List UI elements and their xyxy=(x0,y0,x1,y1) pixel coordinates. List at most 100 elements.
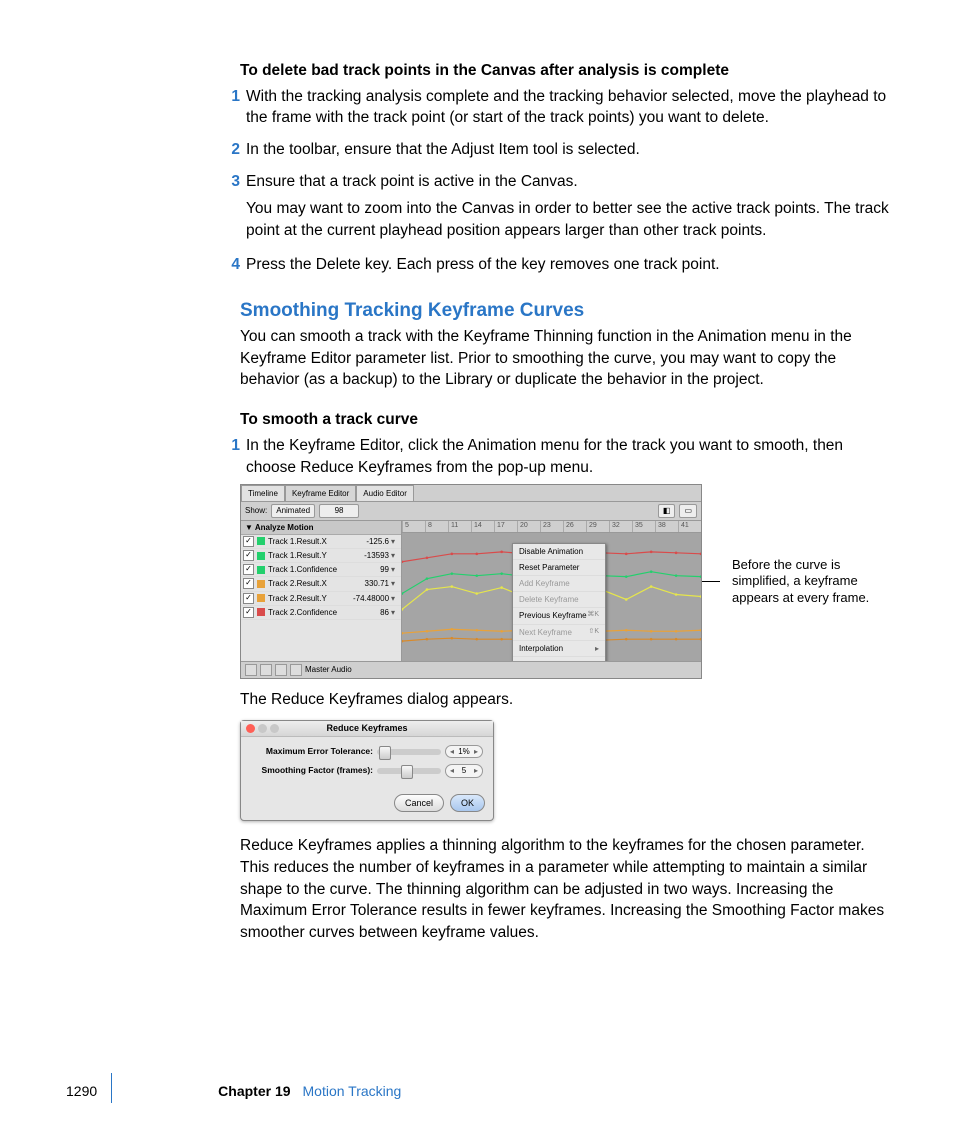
smoothing-factor-value[interactable]: ◂5▸ xyxy=(445,764,483,777)
color-swatch xyxy=(257,594,265,602)
animation-menu-icon[interactable]: ▾ xyxy=(391,564,399,575)
track-value: -13593 xyxy=(353,550,391,561)
animation-menu-icon[interactable]: ▾ xyxy=(391,607,399,618)
menu-item[interactable]: Disable Animation xyxy=(513,544,605,560)
track-row[interactable]: ✓ Track 2.Result.Y-74.48000▾ xyxy=(241,592,401,606)
dialog-title: Reduce Keyframes xyxy=(241,722,493,735)
checkbox-icon[interactable]: ✓ xyxy=(243,607,254,618)
step-text: Press the Delete key. Each press of the … xyxy=(246,254,892,276)
ruler-tick: 11 xyxy=(448,521,471,532)
show-select[interactable]: Animated xyxy=(271,504,315,517)
track-name: Track 2.Result.X xyxy=(268,578,353,589)
track-name: Track 2.Confidence xyxy=(268,607,353,618)
footer-icon[interactable] xyxy=(290,664,302,676)
checkbox-icon[interactable]: ✓ xyxy=(243,550,254,561)
ruler-tick: 32 xyxy=(609,521,632,532)
step-number: 4 xyxy=(222,254,246,276)
animation-menu-icon[interactable]: ▾ xyxy=(391,578,399,589)
error-tolerance-value[interactable]: ◂1%▸ xyxy=(445,745,483,758)
reduce-keyframes-dialog: Reduce Keyframes Maximum Error Tolerance… xyxy=(240,720,494,821)
checkbox-icon[interactable]: ✓ xyxy=(243,564,254,575)
step-text: In the Keyframe Editor, click the Animat… xyxy=(246,435,892,478)
procedure-heading-2: To smooth a track curve xyxy=(240,409,892,431)
step-text: Ensure that a track point is active in t… xyxy=(246,171,892,193)
ruler-tick: 38 xyxy=(655,521,678,532)
track-value: -74.48000 xyxy=(353,593,391,604)
section-intro: You can smooth a track with the Keyframe… xyxy=(240,326,892,391)
footer-divider xyxy=(111,1073,112,1103)
menu-item[interactable]: Interpolation xyxy=(513,641,605,657)
menu-item: Add Keyframe xyxy=(513,576,605,592)
color-swatch xyxy=(257,552,265,560)
track-name: Track 1.Result.Y xyxy=(268,550,353,561)
checkbox-icon[interactable]: ✓ xyxy=(243,593,254,604)
color-swatch xyxy=(257,580,265,588)
footer-icon[interactable] xyxy=(260,664,272,676)
tab-keyframe-editor[interactable]: Keyframe Editor xyxy=(285,485,356,501)
footer-icon[interactable] xyxy=(275,664,287,676)
step-number: 3 xyxy=(222,171,246,248)
checkbox-icon[interactable]: ✓ xyxy=(243,578,254,589)
step-text: In the toolbar, ensure that the Adjust I… xyxy=(246,139,892,161)
track-name: Track 1.Confidence xyxy=(268,564,353,575)
step-number: 1 xyxy=(222,435,246,478)
track-value: 330.71 xyxy=(353,578,391,589)
snap-icon[interactable]: ◧ xyxy=(658,504,676,517)
cancel-button[interactable]: Cancel xyxy=(394,794,444,813)
track-row[interactable]: ✓Track 1.Confidence99▾ xyxy=(241,563,401,577)
page-number: 1290 xyxy=(66,1082,97,1102)
animation-menu-icon[interactable]: ▾ xyxy=(391,536,399,547)
track-name: Track 1.Result.X xyxy=(268,536,353,547)
master-audio-label: Master Audio xyxy=(305,664,352,675)
callout-leader xyxy=(702,581,720,582)
smoothing-factor-slider[interactable] xyxy=(377,768,441,774)
procedure-heading-1: To delete bad track points in the Canvas… xyxy=(240,60,892,82)
color-swatch xyxy=(257,608,265,616)
error-tolerance-slider[interactable] xyxy=(377,749,441,755)
animation-menu-icon[interactable]: ▾ xyxy=(391,550,399,561)
fit-icon[interactable]: ▭ xyxy=(679,504,697,517)
step-text: With the tracking analysis complete and … xyxy=(246,86,892,129)
step-number: 2 xyxy=(222,139,246,161)
ruler-tick: 20 xyxy=(517,521,540,532)
frame-field[interactable]: 98 xyxy=(319,504,359,517)
field-label: Maximum Error Tolerance: xyxy=(251,746,373,758)
show-label: Show: xyxy=(245,505,267,516)
animation-menu-icon[interactable]: ▾ xyxy=(391,593,399,604)
menu-item[interactable]: Reset Parameter xyxy=(513,560,605,576)
ok-button[interactable]: OK xyxy=(450,794,485,813)
keyframe-editor-screenshot: Timeline Keyframe Editor Audio Editor Sh… xyxy=(240,484,702,678)
chapter-title: Motion Tracking xyxy=(303,1082,402,1102)
ruler-tick: 14 xyxy=(471,521,494,532)
ruler-tick: 26 xyxy=(563,521,586,532)
menu-item[interactable]: Before First Keyframe xyxy=(513,657,605,661)
ruler-tick: 5 xyxy=(402,521,425,532)
menu-item: Delete Keyframe xyxy=(513,592,605,608)
tab-audio-editor[interactable]: Audio Editor xyxy=(356,485,414,501)
track-value: -125.6 xyxy=(353,536,391,547)
tab-timeline[interactable]: Timeline xyxy=(241,485,285,501)
track-row[interactable]: ✓ Track 1.Result.Y-13593▾ xyxy=(241,549,401,563)
step-number: 1 xyxy=(222,86,246,129)
ruler-tick: 17 xyxy=(494,521,517,532)
body-text: Reduce Keyframes applies a thinning algo… xyxy=(240,835,892,943)
menu-item[interactable]: Previous Keyframe⌘K xyxy=(513,608,605,624)
color-swatch xyxy=(257,537,265,545)
figure-callout: Before the curve is simplified, a keyfra… xyxy=(732,557,892,606)
footer-icon[interactable] xyxy=(245,664,257,676)
track-row[interactable]: ✓Track 2.Confidence86▾ xyxy=(241,606,401,620)
ruler-tick: 23 xyxy=(540,521,563,532)
ruler-tick: 41 xyxy=(678,521,701,532)
track-name: Track 2.Result.Y xyxy=(268,593,353,604)
parameter-list: ▼ Analyze Motion ✓Track 1.Result.X-125.6… xyxy=(241,521,402,661)
checkbox-icon[interactable]: ✓ xyxy=(243,536,254,547)
track-row[interactable]: ✓ Track 1.Result.X-125.6▾ xyxy=(241,535,401,549)
animation-menu[interactable]: Disable AnimationReset ParameterAdd Keyf… xyxy=(512,543,606,661)
track-row[interactable]: ✓ Track 2.Result.X330.71▾ xyxy=(241,577,401,591)
step-note: You may want to zoom into the Canvas in … xyxy=(246,198,892,241)
chapter-label: Chapter 19 xyxy=(218,1082,290,1102)
section-heading: Smoothing Tracking Keyframe Curves xyxy=(240,298,892,325)
ruler-tick: 35 xyxy=(632,521,655,532)
field-label: Smoothing Factor (frames): xyxy=(251,765,373,777)
color-swatch xyxy=(257,566,265,574)
